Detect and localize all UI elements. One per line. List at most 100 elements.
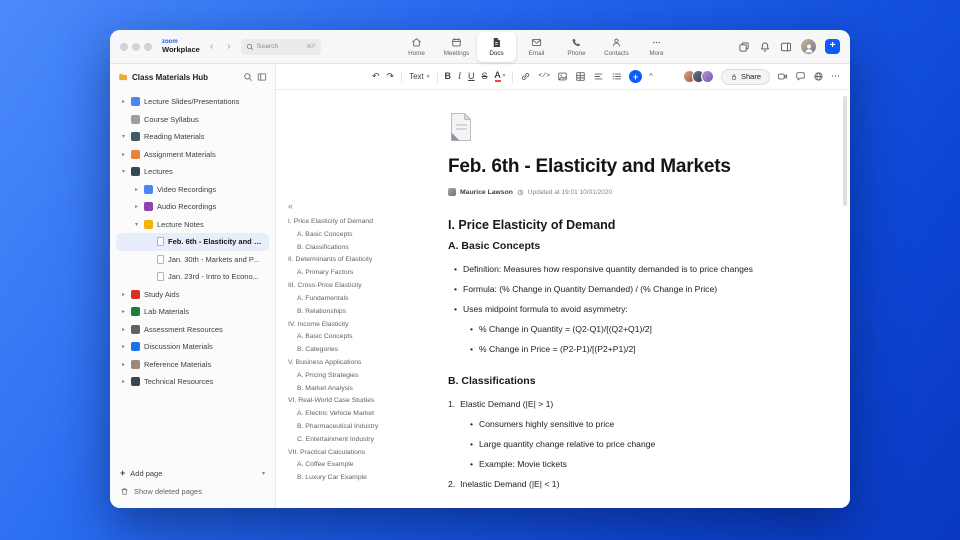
sidebar-item-feb-6th-page[interactable]: Feb. 6th - Elasticity and M... xyxy=(116,233,269,251)
add-page-button[interactable]: + Add page ▾ xyxy=(120,468,265,478)
sidebar-item-lectures[interactable]: ▾ Lectures xyxy=(116,163,269,181)
align-button[interactable] xyxy=(593,71,604,82)
sidebar-item-assignment-materials[interactable]: ▸ Assignment Materials xyxy=(116,146,269,164)
new-button[interactable]: + xyxy=(825,39,840,54)
image-button[interactable] xyxy=(557,71,568,82)
minimize-button[interactable] xyxy=(132,42,140,51)
collapse-toolbar-button[interactable]: ^ xyxy=(649,72,653,81)
outline-item[interactable]: A. Basic Concepts xyxy=(288,333,398,340)
undo-button[interactable]: ↶ xyxy=(372,72,380,81)
chevron-icon[interactable]: ▾ xyxy=(120,133,127,140)
code-button[interactable]: </> xyxy=(538,73,550,80)
collaborator-avatars[interactable] xyxy=(682,70,714,83)
tab-phone[interactable]: Phone xyxy=(557,32,596,62)
text-style-dropdown[interactable]: Text ▾ xyxy=(409,72,429,81)
chevron-icon[interactable]: ▸ xyxy=(120,361,127,368)
outline-item[interactable]: II. Determinants of Elasticity xyxy=(288,256,398,263)
panel-toggle-icon[interactable] xyxy=(780,41,792,53)
sidebar-item-audio-recordings[interactable]: ▸ Audio Recordings xyxy=(116,198,269,216)
global-search-input[interactable]: Search ⌘F xyxy=(240,38,321,55)
outline-item[interactable]: B. Categories xyxy=(288,346,398,353)
chevron-icon[interactable]: ▸ xyxy=(133,186,140,193)
tab-home[interactable]: Home xyxy=(397,32,436,62)
sidebar-item-jan-30th-page[interactable]: Jan. 30th - Markets and P... xyxy=(116,251,269,269)
maximize-button[interactable] xyxy=(144,42,152,51)
tab-docs[interactable]: Docs xyxy=(477,32,516,62)
outline-item[interactable]: B. Market Analysis xyxy=(288,385,398,392)
outline-item[interactable]: V. Business Applications xyxy=(288,359,398,366)
sidebar-item-lab-materials[interactable]: ▸ Lab Materials xyxy=(116,303,269,321)
chevron-icon[interactable]: ▸ xyxy=(120,308,127,315)
sidebar-item-video-recordings[interactable]: ▸ Video Recordings xyxy=(116,181,269,199)
outline-item[interactable]: A. Coffee Example xyxy=(288,461,398,468)
chevron-icon[interactable]: ▸ xyxy=(133,203,140,210)
toolbar-more-button[interactable]: ⋯ xyxy=(831,72,840,81)
tab-more[interactable]: More xyxy=(637,32,676,62)
outline-item[interactable]: B. Classifications xyxy=(288,244,398,251)
bulleted-list-button[interactable] xyxy=(611,71,622,82)
tab-contacts[interactable]: Contacts xyxy=(597,32,636,62)
chevron-icon[interactable]: ▸ xyxy=(120,98,127,105)
document-canvas[interactable]: « I. Price Elasticity of Demand A. Basic… xyxy=(276,90,850,508)
outline-item[interactable]: B. Relationships xyxy=(288,308,398,315)
outline-item[interactable]: IV. Income Elasticity xyxy=(288,321,398,328)
redo-button[interactable]: ↷ xyxy=(387,72,395,81)
user-avatar[interactable] xyxy=(801,39,816,54)
back-button[interactable]: ‹ xyxy=(207,41,217,52)
chevron-icon[interactable]: ▾ xyxy=(133,221,140,228)
chevron-icon[interactable]: ▸ xyxy=(120,326,127,333)
show-deleted-pages-button[interactable]: Show deleted pages xyxy=(120,487,265,496)
outline-item[interactable]: III. Cross-Price Elasticity xyxy=(288,282,398,289)
chevron-icon[interactable]: ▸ xyxy=(120,343,127,350)
workspaces-icon[interactable] xyxy=(738,41,750,53)
close-button[interactable] xyxy=(120,42,128,51)
sidebar-item-lecture-slides[interactable]: ▸ Lecture Slides/Presentations xyxy=(116,93,269,111)
collapse-sidebar-icon[interactable] xyxy=(257,72,267,82)
publish-button[interactable] xyxy=(813,71,824,82)
outline-item[interactable]: I. Price Elasticity of Demand xyxy=(288,218,398,225)
link-button[interactable] xyxy=(520,71,531,82)
sidebar-item-course-syllabus[interactable]: Course Syllabus xyxy=(116,111,269,129)
sidebar-item-reading-materials[interactable]: ▾ Reading Materials xyxy=(116,128,269,146)
sidebar-item-lecture-notes[interactable]: ▾ Lecture Notes xyxy=(116,216,269,234)
sidebar-item-technical-resources[interactable]: ▸ Technical Resources xyxy=(116,373,269,391)
sidebar-item-reference-materials[interactable]: ▸ Reference Materials xyxy=(116,356,269,374)
outline-item[interactable]: A. Basic Concepts xyxy=(288,231,398,238)
sidebar-item-discussion-materials[interactable]: ▸ Discussion Materials xyxy=(116,338,269,356)
sidebar-item-study-aids[interactable]: ▸ Study Aids xyxy=(116,286,269,304)
document-content[interactable]: Feb. 6th - Elasticity and Markets Mauric… xyxy=(448,90,796,490)
sidebar-item-jan-23rd-page[interactable]: Jan. 23rd - Intro to Econo... xyxy=(116,268,269,286)
sidebar-search-icon[interactable] xyxy=(243,72,253,82)
forward-button[interactable]: › xyxy=(224,41,234,52)
chevron-icon[interactable]: ▸ xyxy=(120,151,127,158)
outline-item[interactable]: VII. Practical Calculations xyxy=(288,449,398,456)
tab-meetings[interactable]: Meetings xyxy=(437,32,476,62)
chevron-icon[interactable]: ▸ xyxy=(120,291,127,298)
outline-item[interactable]: A. Primary Factors xyxy=(288,269,398,276)
insert-block-button[interactable]: + xyxy=(629,70,643,83)
bell-icon[interactable] xyxy=(759,41,771,53)
bold-button[interactable]: B xyxy=(445,72,452,81)
outline-collapse-button[interactable]: « xyxy=(288,202,398,211)
underline-button[interactable]: U xyxy=(468,72,475,81)
sidebar-item-assessment-resources[interactable]: ▸ Assessment Resources xyxy=(116,321,269,339)
chevron-down-icon[interactable]: ▾ xyxy=(262,470,265,477)
comments-button[interactable] xyxy=(795,71,806,82)
tab-email[interactable]: Email xyxy=(517,32,556,62)
share-button[interactable]: Share xyxy=(720,68,770,85)
chevron-icon[interactable]: ▾ xyxy=(120,168,127,175)
outline-item[interactable]: B. Pharmaceutical Industry xyxy=(288,423,398,430)
text-color-button[interactable]: A ▾ xyxy=(494,70,505,83)
outline-item[interactable]: A. Pricing Strategies xyxy=(288,372,398,379)
italic-button[interactable]: I xyxy=(458,72,461,81)
scrollbar[interactable] xyxy=(843,96,847,206)
table-button[interactable] xyxy=(575,71,586,82)
outline-item[interactable]: C. Entertainment Industry xyxy=(288,436,398,443)
chevron-icon[interactable]: ▸ xyxy=(120,378,127,385)
outline-item[interactable]: A. Electric Vehicle Market xyxy=(288,410,398,417)
outline-item[interactable]: B. Luxury Car Example xyxy=(288,474,398,481)
strikethrough-button[interactable]: S xyxy=(482,72,488,81)
doc-title[interactable]: Feb. 6th - Elasticity and Markets xyxy=(448,156,796,178)
outline-item[interactable]: VI. Real-World Case Studies xyxy=(288,397,398,404)
outline-item[interactable]: A. Fundamentals xyxy=(288,295,398,302)
